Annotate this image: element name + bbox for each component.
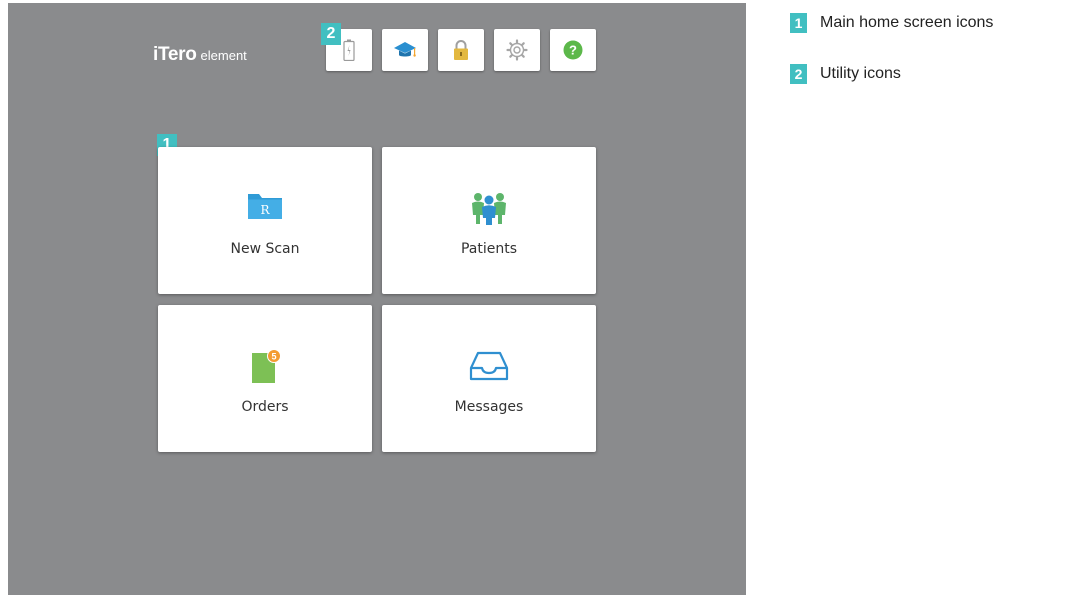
orders-icon: 5 xyxy=(252,349,281,383)
patients-icon xyxy=(472,193,506,225)
callout-utility-icons: 2 xyxy=(321,23,341,45)
legend-item: 2 Utility icons xyxy=(790,64,1078,86)
orders-tile[interactable]: 5 Orders xyxy=(158,305,372,452)
lock-button[interactable] xyxy=(438,29,484,71)
rx-folder-icon: R xyxy=(248,194,282,219)
itero-logo: iTero element xyxy=(153,44,247,66)
home-screen: iTero element ? 2 1 R New Scan Patients … xyxy=(8,3,746,595)
orders-badge-count: 5 xyxy=(271,352,276,362)
logo-sub-text: element xyxy=(200,48,247,63)
orders-label: Orders xyxy=(241,399,289,415)
new-scan-label: New Scan xyxy=(230,241,300,257)
legend-number: 1 xyxy=(790,13,807,33)
logo-main-text: iTero xyxy=(153,44,197,65)
legend-number: 2 xyxy=(790,64,807,84)
gear-icon xyxy=(506,39,528,61)
graduation-cap-icon xyxy=(394,42,416,57)
patients-tile[interactable]: Patients xyxy=(382,147,596,294)
inbox-icon xyxy=(469,351,509,381)
battery-icon xyxy=(343,39,355,61)
rx-symbol: R xyxy=(260,203,270,217)
patients-label: Patients xyxy=(460,241,518,257)
messages-tile[interactable]: Messages xyxy=(382,305,596,452)
learning-center-button[interactable] xyxy=(382,29,428,71)
lock-icon xyxy=(454,40,468,60)
help-button[interactable]: ? xyxy=(550,29,596,71)
new-scan-tile[interactable]: R New Scan xyxy=(158,147,372,294)
legend-item: 1 Main home screen icons xyxy=(790,13,1078,35)
help-icon: ? xyxy=(563,40,583,60)
settings-button[interactable] xyxy=(494,29,540,71)
messages-label: Messages xyxy=(454,399,524,415)
legend-text: Main home screen icons xyxy=(820,14,994,31)
legend-text: Utility icons xyxy=(820,65,901,82)
svg-text:?: ? xyxy=(569,43,577,58)
